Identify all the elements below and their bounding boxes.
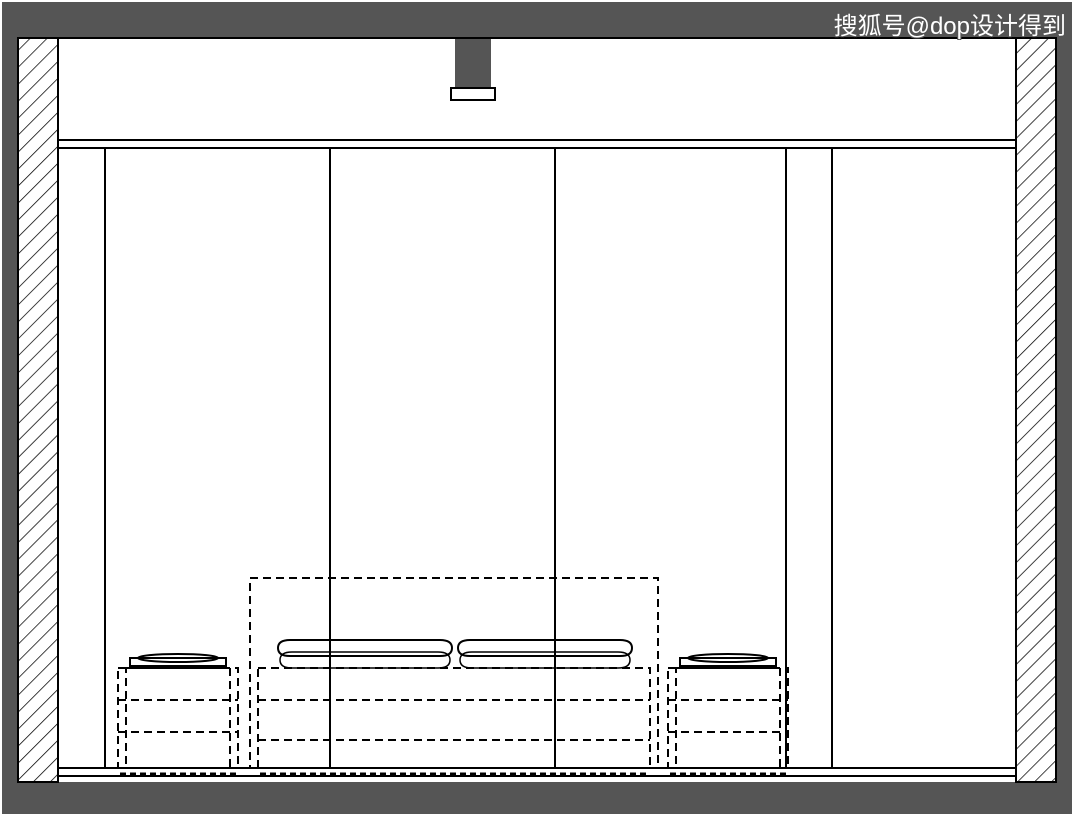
ceiling-valance: [58, 140, 1016, 148]
structural-frame: [2, 2, 1072, 814]
nightstand-right: [668, 654, 788, 768]
bed: [250, 578, 658, 768]
bed-pillows: [278, 640, 632, 668]
wall-panels: [105, 148, 832, 768]
wall-section-hatch: [18, 38, 1056, 782]
nightstand-left: [118, 654, 238, 768]
elevation-drawing: [0, 0, 1074, 816]
watermark-text: 搜狐号@dop设计得到: [834, 6, 1066, 41]
